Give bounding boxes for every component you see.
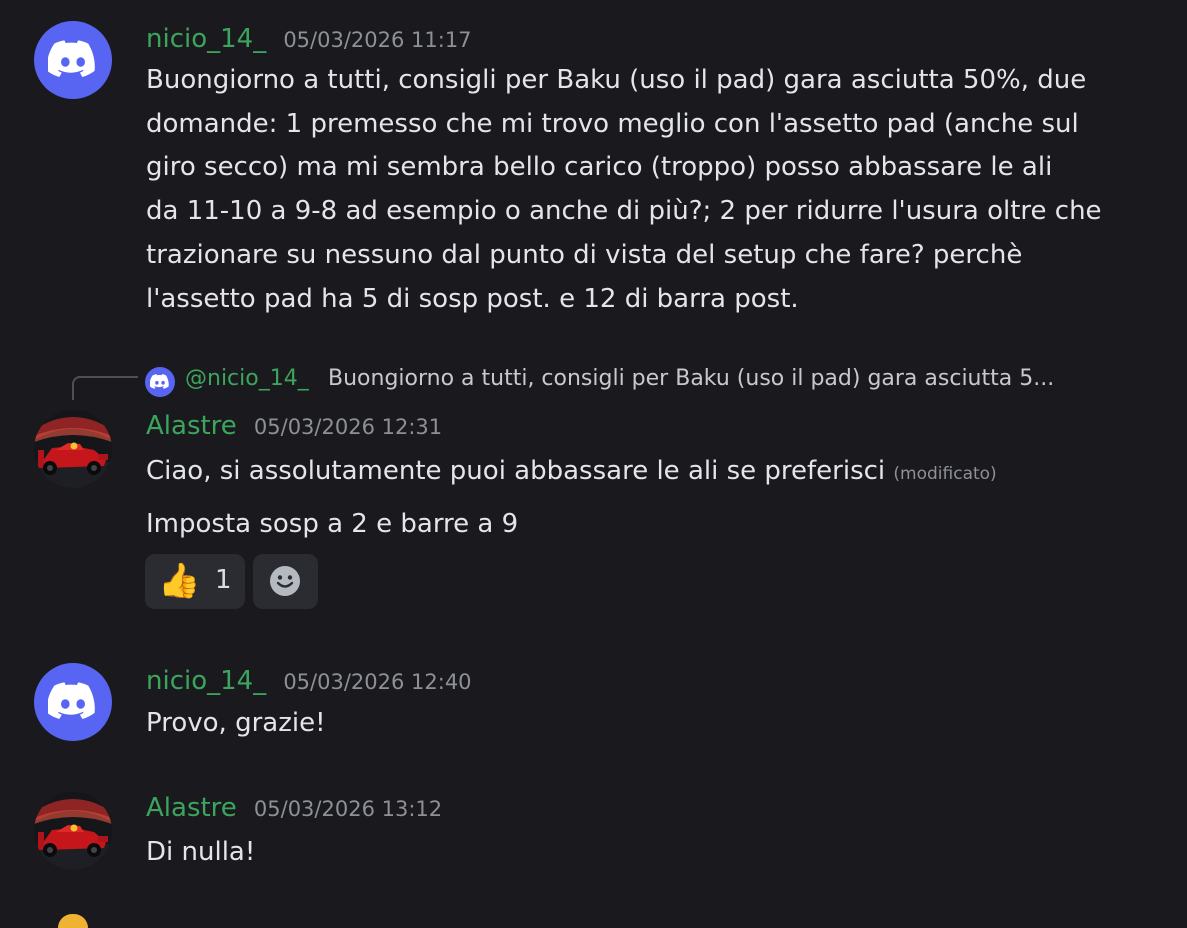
- message-line: Di nulla!: [146, 837, 256, 867]
- message-header: Alastre 05/03/2026 13:12: [146, 793, 442, 823]
- message-4: Alastre 05/03/2026 13:12 Di nulla!: [0, 0, 1187, 900]
- timestamp[interactable]: 05/03/2026 13:12: [254, 797, 442, 821]
- message-content: Di nulla!: [146, 831, 255, 875]
- avatar[interactable]: [34, 792, 112, 870]
- red-f1-car-avatar: [34, 792, 112, 870]
- next-message-avatar: [58, 914, 88, 928]
- username[interactable]: Alastre: [146, 793, 237, 823]
